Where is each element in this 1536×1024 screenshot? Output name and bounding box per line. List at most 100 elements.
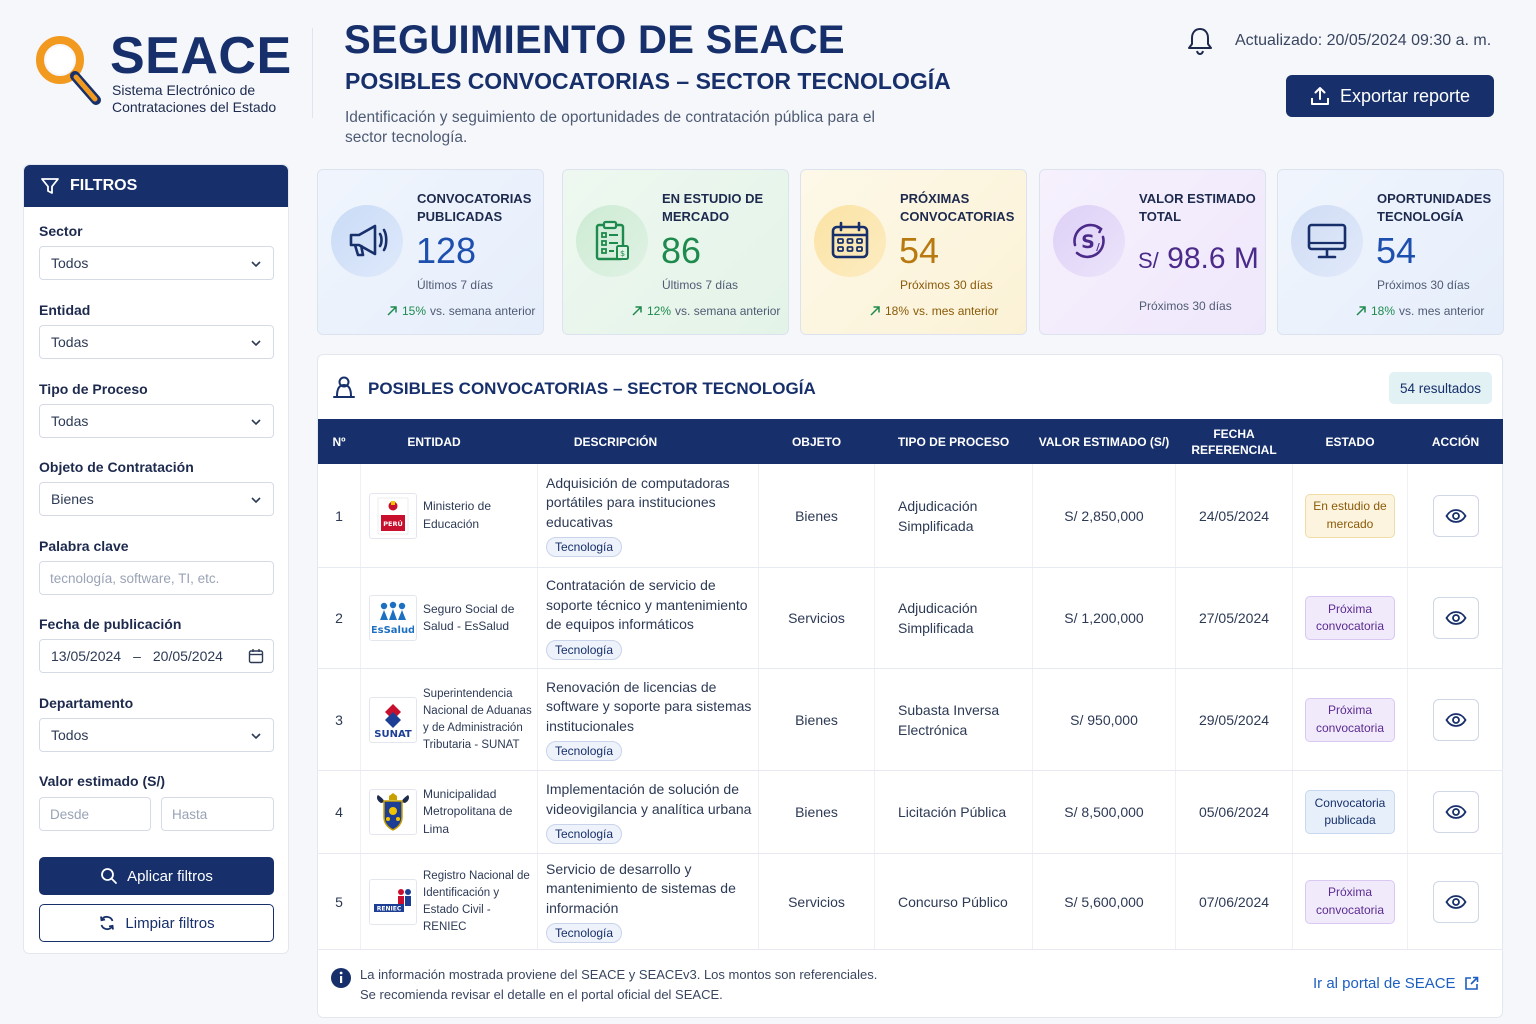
row-number: 3 (335, 711, 343, 728)
view-button[interactable] (1432, 597, 1479, 639)
kpi-label: CONVOCATORIAS PUBLICADAS (417, 191, 532, 224)
row-objeto: Servicios (788, 893, 845, 910)
entidad-label: Entidad (39, 302, 91, 318)
kpi-period: Últimos 7 días (417, 278, 494, 292)
results-count-badge: 54 resultados (1389, 372, 1492, 404)
kpi-value-number: 98.6 M (1167, 242, 1259, 275)
tipo-proceso-select[interactable]: Todas (39, 404, 274, 438)
brand-name: SEACE (110, 27, 292, 85)
entidad-name: Seguro Social de Salud - EsSalud (423, 601, 515, 634)
kpi-value: 128 (416, 230, 477, 271)
clear-filters-button[interactable]: Limpiar filtros (39, 904, 274, 942)
row-tipo-proceso: Adjudicación Simplificada (898, 497, 978, 534)
peru-shield-icon: PERÚ (369, 492, 417, 539)
essalud-logo-icon: EsSalud (369, 595, 417, 641)
descripcion-text: Renovación de licencias de software y so… (546, 678, 752, 734)
table-row: 2 EsSalud Seguro Social de Salud - EsSal… (318, 568, 1503, 669)
palabra-clave-label: Palabra clave (39, 538, 129, 554)
view-button[interactable] (1432, 698, 1479, 741)
departamento-select[interactable]: Todos (39, 718, 274, 752)
eye-icon (1444, 805, 1467, 819)
kpi-period: Próximos 30 días (1377, 278, 1470, 292)
row-fecha: 29/05/2024 (1198, 711, 1270, 728)
entidad-select[interactable]: Todas (39, 325, 274, 359)
sector-select[interactable]: Todos (39, 246, 274, 280)
category-tag: Tecnología (546, 824, 623, 844)
valor-estimado-label: Valor estimado (S/) (39, 773, 166, 789)
monitor-icon (1291, 205, 1363, 277)
row-accion (1408, 464, 1503, 567)
filters-title: FILTROS (70, 177, 138, 194)
seace-portal-link[interactable]: Ir al portal de SEACE (1313, 975, 1479, 992)
header-divider (312, 28, 313, 118)
row-tipo-proceso: Adjudicación Simplificada (898, 600, 978, 636)
row-valor: S/ 5,600,000 (1064, 893, 1144, 910)
lima-shield-icon (369, 789, 417, 835)
info-icon (331, 968, 351, 988)
entidad-name: Municipalidad Metropolitana de Lima (423, 786, 513, 836)
kpi-value: 86 (661, 230, 702, 271)
row-number: 5 (335, 893, 343, 910)
row-fecha: 07/06/2024 (1198, 893, 1270, 910)
svg-text:EsSalud: EsSalud (372, 625, 414, 636)
bell-icon[interactable] (1186, 26, 1214, 61)
view-button[interactable] (1432, 880, 1479, 923)
kpi-en-estudio-mercado: $ EN ESTUDIO DE MERCADO 86 Últimos 7 día… (562, 169, 789, 335)
valor-desde-input[interactable] (39, 797, 151, 831)
table-header: Nº ENTIDAD DESCRIPCIÓN OBJETO TIPO DE PR… (318, 419, 1503, 464)
view-button[interactable] (1432, 791, 1479, 833)
kpi-period: Próximos 30 días (1139, 299, 1232, 313)
row-estado: Próxima convocatoria (1293, 568, 1407, 668)
footer-note-line1: La información mostrada proviene del SEA… (360, 967, 878, 982)
kpi-change: 18% vs. mes anterior (1355, 304, 1484, 318)
col-header-descripcion: DESCRIPCIÓN (573, 434, 658, 449)
sunat-logo-icon: SUNAT (369, 696, 417, 743)
fecha-desde: 13/05/2024 (51, 648, 122, 664)
apply-filters-button[interactable]: Aplicar filtros (39, 857, 274, 895)
footer-note-line2: Se recomienda revisar el detalle en el p… (360, 986, 723, 1002)
row-descripcion: Servicio de desarrollo y mantenimiento d… (538, 854, 758, 949)
kpi-change-text: vs. mes anterior (913, 304, 999, 318)
row-valor: S/ 2,850,000 (1064, 507, 1144, 524)
table-row: 5 RENIEC Registro Nacional de Identifica… (318, 854, 1503, 950)
kpi-label: OPORTUNIDADES TECNOLOGÍA (1377, 191, 1492, 224)
row-descripcion: Implementación de solución de videovigil… (538, 771, 758, 853)
brand-subtitle-line2: Contrataciones del Estado (112, 99, 277, 115)
tipo-proceso-value: Todas (51, 413, 89, 429)
row-tipo-proceso: Subasta Inversa Electrónica (898, 701, 1000, 738)
palabra-clave-input[interactable] (39, 561, 274, 595)
kpi-change-text: vs. mes anterior (1399, 304, 1485, 318)
chevron-down-icon (251, 261, 261, 268)
fecha-publicacion-range[interactable]: 13/05/2024 – 20/05/2024 (39, 639, 274, 673)
category-tag: Tecnología (546, 537, 623, 558)
entidad-name: Superintendencia Nacional de Aduanas y d… (423, 687, 532, 751)
trend-up-icon (1356, 306, 1366, 316)
col-header-accion: ACCIÓN (1431, 434, 1480, 449)
sector-value: Todos (51, 255, 89, 271)
row-entidad: Municipalidad Metropolitana de Lima (361, 771, 537, 853)
apply-filters-label: Aplicar filtros (127, 867, 213, 885)
descripcion-text: Contratación de servicio de soporte técn… (546, 577, 748, 633)
view-button[interactable] (1432, 494, 1479, 537)
eye-icon (1444, 611, 1467, 625)
entidad-value: Todas (51, 334, 89, 350)
status-badge: Próxima convocatoria (1305, 697, 1395, 742)
kpi-convocatorias-publicadas: CONVOCATORIAS PUBLICADAS 128 Últimos 7 d… (317, 169, 544, 335)
filters-header: FILTROS (24, 165, 288, 207)
kpi-change-pct: 18% (1371, 304, 1396, 318)
page-description: Identificación y seguimiento de oportuni… (345, 109, 875, 146)
row-tipo-proceso: Concurso Público (898, 893, 1008, 910)
export-report-button[interactable]: Exportar reporte (1286, 75, 1494, 117)
status-badge: Próxima convocatoria (1305, 879, 1395, 924)
results-panel: POSIBLES CONVOCATORIAS – SECTOR TECNOLOG… (317, 354, 1503, 1018)
kpi-value: S/ 98.6 M (1138, 242, 1259, 276)
kpi-label: PRÓXIMAS CONVOCATORIAS (900, 191, 1015, 224)
valor-hasta-input[interactable] (161, 797, 274, 831)
row-fecha: 05/06/2024 (1198, 804, 1270, 820)
objeto-value: Bienes (51, 491, 94, 507)
brand-subtitle-line1: Sistema Electrónico de (112, 82, 256, 98)
kpi-change-pct: 12% (647, 304, 672, 318)
objeto-select[interactable]: Bienes (39, 482, 274, 516)
megaphone-icon (331, 205, 403, 277)
kpi-change: 15% vs. semana anterior (386, 304, 535, 318)
